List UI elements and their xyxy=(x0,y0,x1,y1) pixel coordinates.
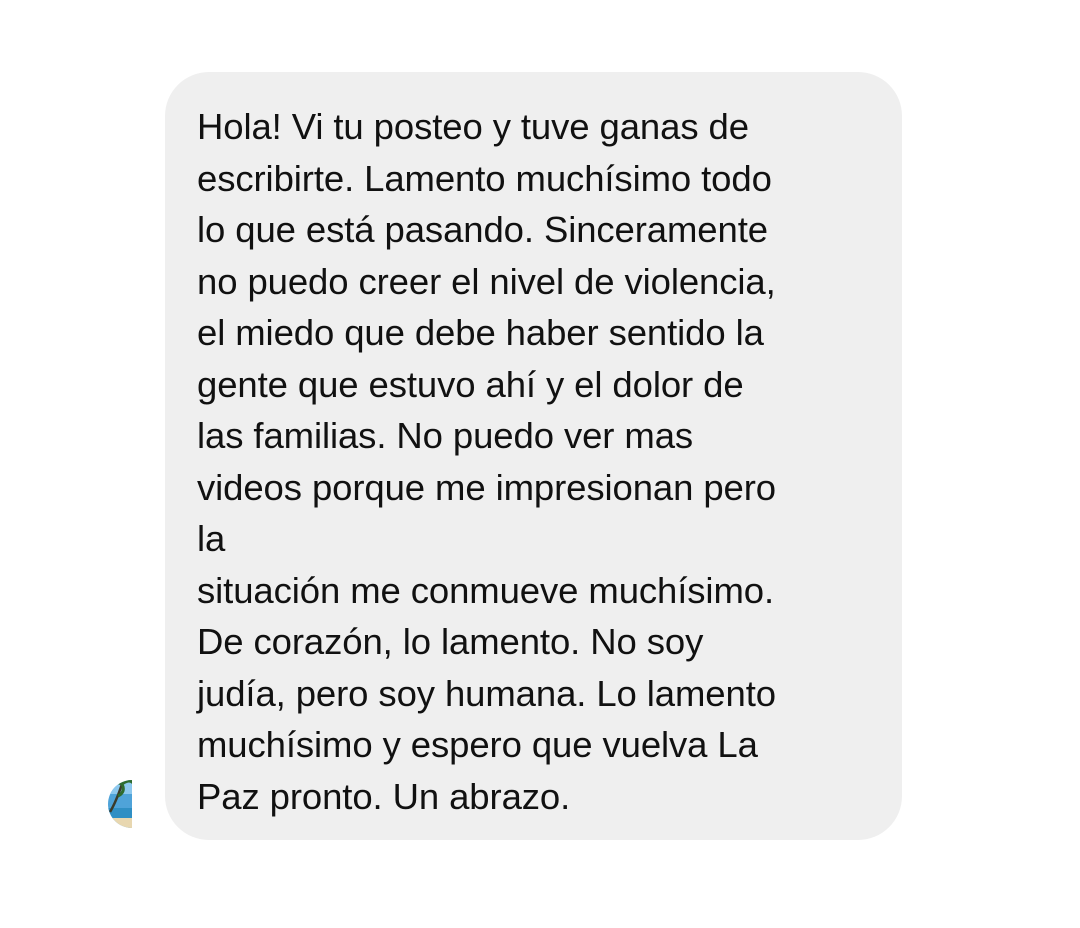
chat-screen: Hola! Vi tu posteo y tuve ganas de escri… xyxy=(0,0,1080,928)
beach-palm-avatar-icon xyxy=(108,772,132,836)
message-text: Hola! Vi tu posteo y tuve ganas de escri… xyxy=(197,106,777,817)
incoming-message-bubble[interactable]: Hola! Vi tu posteo y tuve ganas de escri… xyxy=(165,72,902,840)
sender-avatar[interactable] xyxy=(84,772,132,836)
